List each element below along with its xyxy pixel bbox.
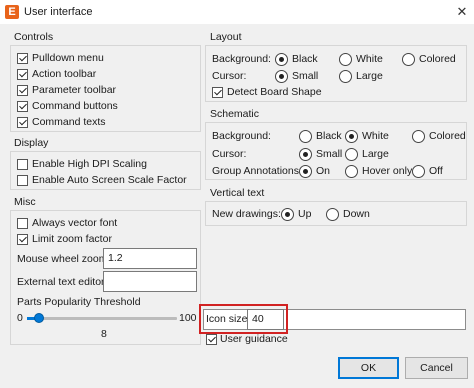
layout-bg-white-label: White bbox=[356, 53, 383, 65]
mouse-wheel-zoom-label: Mouse wheel zoom bbox=[17, 253, 108, 265]
slider-min-label: 0 bbox=[17, 312, 23, 324]
external-editor-label: External text editor bbox=[17, 276, 105, 288]
misc-title: Misc bbox=[14, 196, 36, 208]
schematic-cursor-large-radio[interactable] bbox=[345, 148, 358, 161]
close-icon[interactable]: ✕ bbox=[452, 2, 472, 22]
schematic-cursor-small-radio[interactable] bbox=[299, 148, 312, 161]
pulldown-menu-checkbox[interactable] bbox=[17, 53, 28, 64]
user-guidance-label: User guidance bbox=[220, 333, 288, 345]
limit-zoom-checkbox[interactable] bbox=[17, 234, 28, 245]
new-drawings-up-radio[interactable] bbox=[281, 208, 294, 221]
ok-button[interactable]: OK bbox=[338, 357, 399, 379]
slider-value-label: 8 bbox=[101, 328, 107, 340]
display-title: Display bbox=[14, 137, 49, 149]
group-annotations-label: Group Annotations: bbox=[212, 165, 302, 177]
icon-size-input[interactable]: 40 bbox=[247, 309, 284, 330]
schematic-background-label: Background: bbox=[212, 130, 271, 142]
layout-cursor-small-label: Small bbox=[292, 70, 319, 82]
parameter-toolbar-label: Parameter toolbar bbox=[32, 84, 117, 96]
layout-group: Background: Black White Colored Cursor: … bbox=[205, 45, 467, 102]
annotations-hover-label: Hover only bbox=[362, 165, 413, 177]
command-texts-label: Command texts bbox=[32, 116, 106, 128]
layout-cursor-large-label: Large bbox=[356, 70, 383, 82]
app-logo-icon: E bbox=[5, 5, 19, 19]
layout-cursor-label: Cursor: bbox=[212, 70, 247, 82]
window-title: User interface bbox=[24, 6, 93, 18]
always-vector-font-label: Always vector font bbox=[32, 217, 118, 229]
auto-scale-label: Enable Auto Screen Scale Factor bbox=[32, 174, 187, 186]
auto-scale-checkbox[interactable] bbox=[17, 175, 28, 186]
vertical-text-group: New drawings: Up Down bbox=[205, 201, 467, 226]
vertical-text-title: Vertical text bbox=[210, 187, 265, 199]
detect-board-shape-label: Detect Board Shape bbox=[227, 86, 322, 98]
layout-bg-black-label: Black bbox=[292, 53, 318, 65]
parts-popularity-label: Parts Popularity Threshold bbox=[17, 296, 141, 308]
schematic-bg-colored-label: Colored bbox=[429, 130, 466, 142]
mouse-wheel-zoom-input[interactable]: 1.2 bbox=[103, 248, 197, 269]
schematic-bg-white-radio[interactable] bbox=[345, 130, 358, 143]
annotations-hover-radio[interactable] bbox=[345, 165, 358, 178]
layout-bg-white-radio[interactable] bbox=[339, 53, 352, 66]
annotations-off-label: Off bbox=[429, 165, 443, 177]
new-drawings-label: New drawings: bbox=[212, 208, 281, 220]
high-dpi-checkbox[interactable] bbox=[17, 159, 28, 170]
schematic-cursor-label: Cursor: bbox=[212, 148, 247, 160]
cancel-button[interactable]: Cancel bbox=[405, 357, 468, 379]
action-toolbar-checkbox[interactable] bbox=[17, 69, 28, 80]
annotations-off-radio[interactable] bbox=[412, 165, 425, 178]
misc-group: Always vector font Limit zoom factor Mou… bbox=[10, 210, 201, 345]
detect-board-shape-checkbox[interactable] bbox=[212, 87, 223, 98]
layout-cursor-small-radio[interactable] bbox=[275, 70, 288, 83]
schematic-cursor-small-label: Small bbox=[316, 148, 343, 160]
command-buttons-checkbox[interactable] bbox=[17, 101, 28, 112]
new-drawings-up-label: Up bbox=[298, 208, 312, 220]
schematic-group: Background: Black White Colored Cursor: … bbox=[205, 122, 467, 180]
title-bar: E User interface ✕ bbox=[0, 0, 474, 24]
layout-cursor-large-radio[interactable] bbox=[339, 70, 352, 83]
display-group: Enable High DPI Scaling Enable Auto Scre… bbox=[10, 151, 201, 190]
layout-title: Layout bbox=[210, 31, 242, 43]
schematic-bg-black-label: Black bbox=[316, 130, 342, 142]
action-toolbar-label: Action toolbar bbox=[32, 68, 97, 80]
icon-size-label: Icon size bbox=[206, 313, 248, 325]
high-dpi-label: Enable High DPI Scaling bbox=[32, 158, 147, 170]
layout-bg-colored-radio[interactable] bbox=[402, 53, 415, 66]
pulldown-menu-label: Pulldown menu bbox=[32, 52, 104, 64]
layout-bg-black-radio[interactable] bbox=[275, 53, 288, 66]
popularity-slider-thumb[interactable] bbox=[34, 313, 44, 323]
command-buttons-label: Command buttons bbox=[32, 100, 118, 112]
always-vector-font-checkbox[interactable] bbox=[17, 218, 28, 229]
annotations-on-radio[interactable] bbox=[299, 165, 312, 178]
limit-zoom-label: Limit zoom factor bbox=[32, 233, 112, 245]
layout-bg-colored-label: Colored bbox=[419, 53, 456, 65]
user-guidance-checkbox[interactable] bbox=[206, 334, 217, 345]
controls-title: Controls bbox=[14, 31, 54, 43]
schematic-bg-black-radio[interactable] bbox=[299, 130, 312, 143]
slider-max-label: 100 bbox=[179, 312, 197, 324]
schematic-bg-colored-radio[interactable] bbox=[412, 130, 425, 143]
command-texts-checkbox[interactable] bbox=[17, 117, 28, 128]
annotations-on-label: On bbox=[316, 165, 331, 177]
schematic-title: Schematic bbox=[210, 108, 260, 120]
external-editor-input[interactable] bbox=[103, 271, 197, 292]
schematic-bg-white-label: White bbox=[362, 130, 389, 142]
controls-group: Pulldown menu Action toolbar Parameter t… bbox=[10, 45, 201, 132]
new-drawings-down-label: Down bbox=[343, 208, 370, 220]
popularity-slider-track[interactable] bbox=[27, 313, 177, 323]
parameter-toolbar-checkbox[interactable] bbox=[17, 85, 28, 96]
schematic-cursor-large-label: Large bbox=[362, 148, 389, 160]
layout-background-label: Background: bbox=[212, 53, 271, 65]
new-drawings-down-radio[interactable] bbox=[326, 208, 339, 221]
